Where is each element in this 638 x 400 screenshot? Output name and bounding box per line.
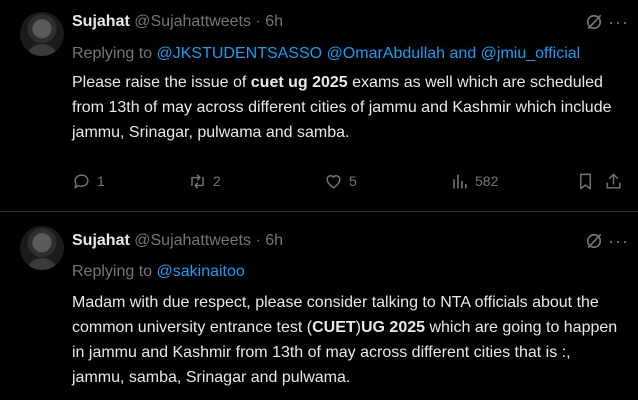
tweet-text: Please raise the issue of cuet ug 2025 e… (72, 70, 624, 145)
tweet-text: Madam with due respect, please consider … (72, 290, 624, 390)
display-name[interactable]: Sujahat (72, 232, 130, 249)
reply-icon (74, 173, 89, 189)
text-segment: Please raise the issue of (72, 74, 251, 91)
timestamp[interactable]: 6h (265, 13, 283, 30)
separator-dot: · (255, 232, 261, 249)
replying-label: Replying to (72, 45, 157, 62)
reply-count: 1 (97, 173, 105, 189)
tweet-header: Sujahat @Sujahattweets · 6h (72, 231, 283, 251)
user-handle[interactable]: @Sujahattweets (134, 232, 251, 249)
share-icon (606, 173, 621, 189)
bold-segment: cuet ug 2025 (250, 74, 348, 91)
mention-link[interactable]: @JKSTUDENTSASSO (157, 45, 323, 62)
repost-button[interactable]: 2 (188, 170, 221, 192)
bookmark-icon (580, 173, 591, 189)
user-handle[interactable]: @Sujahattweets (134, 13, 251, 30)
like-count: 5 (349, 173, 357, 189)
mention-joiner[interactable]: and (445, 45, 481, 62)
view-count: 582 (475, 173, 499, 189)
tweet[interactable]: Sujahat @Sujahattweets · 6h ··· Replying… (0, 212, 638, 400)
mention-link[interactable]: @OmarAbdullah (327, 45, 446, 62)
mention-link[interactable]: @sakinaitoo (157, 263, 245, 280)
action-bar: 1 2 5 582 (72, 170, 621, 192)
views-icon (453, 173, 467, 189)
more-icon[interactable]: ··· (608, 13, 628, 36)
separator-dot: · (255, 13, 261, 30)
mention-link[interactable]: @jmiu_official (481, 45, 581, 62)
timestamp[interactable]: 6h (265, 232, 283, 249)
heart-icon (326, 174, 341, 189)
grok-icon[interactable] (584, 12, 604, 32)
avatar[interactable] (20, 226, 64, 270)
grok-icon[interactable] (584, 231, 604, 251)
views-button[interactable]: 582 (450, 170, 498, 192)
replying-to: Replying to @JKSTUDENTSASSO @OmarAbdulla… (72, 44, 580, 64)
like-button[interactable]: 5 (324, 170, 357, 192)
bookmark-button[interactable] (576, 170, 595, 192)
reply-button[interactable]: 1 (72, 170, 105, 192)
more-icon[interactable]: ··· (608, 232, 628, 255)
tweet-header: Sujahat @Sujahattweets · 6h (72, 12, 283, 32)
avatar[interactable] (20, 12, 64, 56)
repost-icon (191, 173, 204, 189)
repost-count: 2 (213, 173, 221, 189)
bold-segment: UG 2025 (360, 319, 426, 336)
replying-to: Replying to @sakinaitoo (72, 262, 245, 282)
share-button[interactable] (604, 170, 623, 192)
display-name[interactable]: Sujahat (72, 13, 130, 30)
tweet[interactable]: Sujahat @Sujahattweets · 6h ··· Replying… (0, 0, 638, 212)
replying-label: Replying to (72, 263, 157, 280)
bold-segment: CUET (312, 319, 356, 336)
